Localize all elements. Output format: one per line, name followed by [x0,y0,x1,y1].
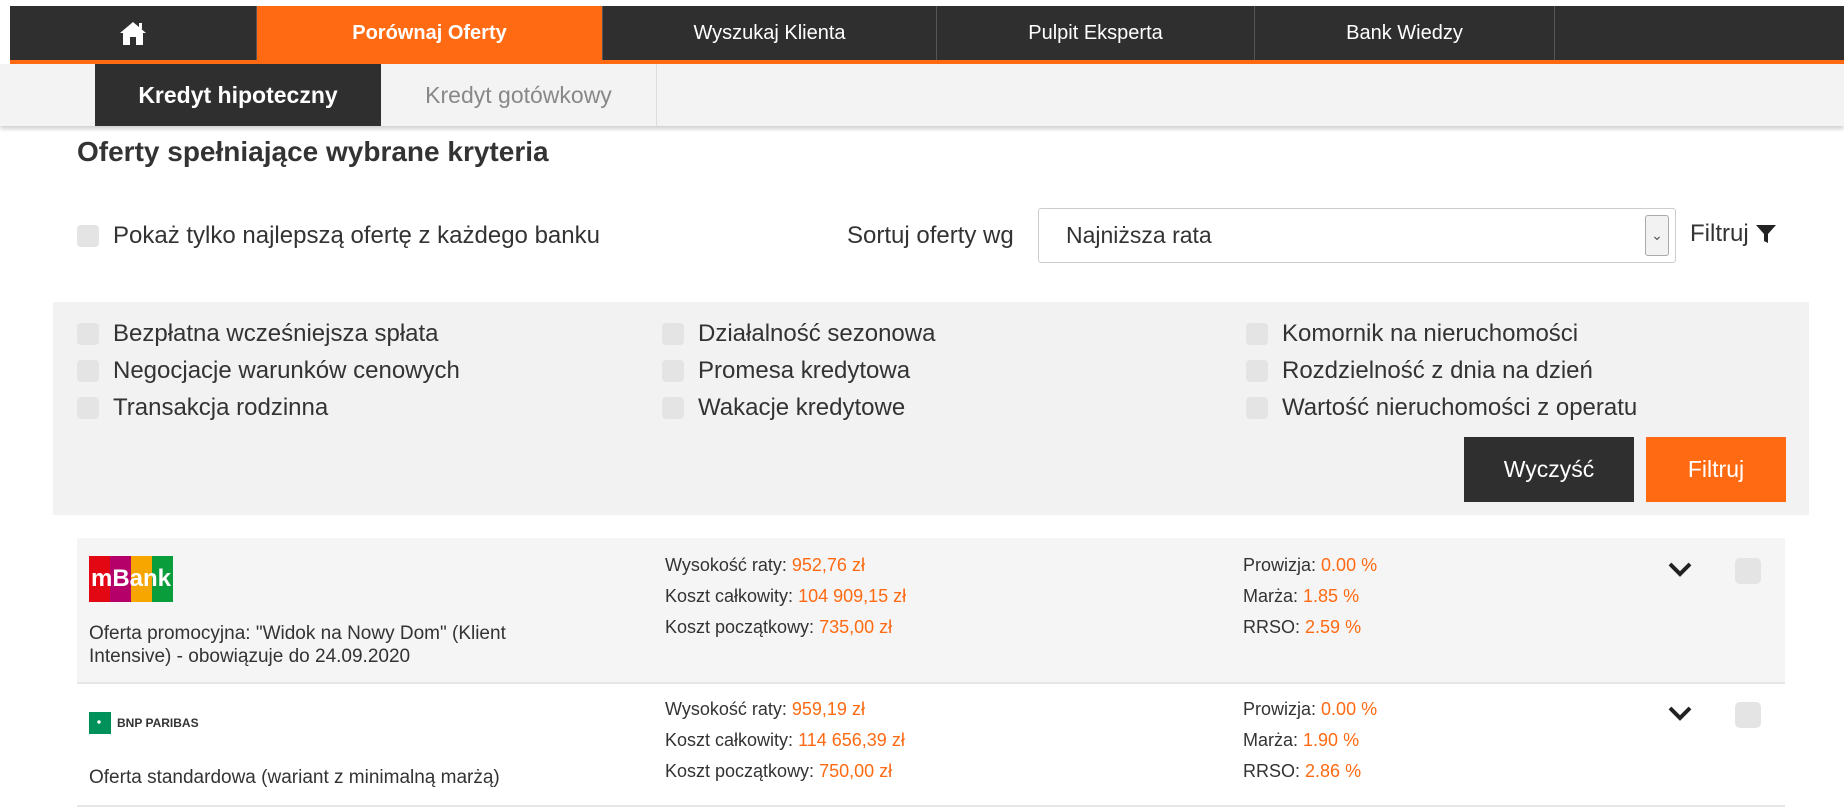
tab-cash-loan[interactable]: Kredyt gotówkowy [381,64,657,126]
initial-label: Koszt początkowy: [665,761,815,781]
filter-option-label: Promesa kredytowa [698,357,911,384]
chevron-down-icon[interactable] [1665,554,1695,584]
rrso-value: 2.59 % [1305,617,1362,637]
commission-label: Prowizja: [1243,699,1317,719]
offer-description: Oferta standardowa (wariant z minimalną … [89,767,500,788]
filter-option-label: Negocjacje warunków cenowych [113,357,460,384]
offer-row: BNP PARIBAS Oferta standardowa (wariant … [77,684,1785,807]
chevron-down-icon[interactable] [1665,698,1695,728]
nav-compare-offers[interactable]: Porównaj Oferty [257,6,603,60]
offer-rates: Prowizja: 0.00 % Marża: 1.85 % RRSO: 2.5… [1243,550,1377,643]
filter-checkbox[interactable] [77,323,99,345]
filter-option-label: Działalność sezonowa [698,320,936,347]
apply-filter-button[interactable]: Filtruj [1646,437,1786,502]
filter-option-label: Komornik na nieruchomości [1282,320,1579,347]
filter-checkbox[interactable] [662,323,684,345]
bnp-paribas-logo: BNP PARIBAS [89,712,199,734]
total-value: 104 909,15 zł [798,586,907,606]
commission-label: Prowizja: [1243,555,1317,575]
bank-name: BNP PARIBAS [117,716,199,730]
total-label: Koszt całkowity: [665,730,794,750]
tab-mortgage[interactable]: Kredyt hipoteczny [95,64,381,126]
commission-value: 0.00 % [1321,699,1378,719]
margin-value: 1.90 % [1303,730,1360,750]
filter-checkbox[interactable] [1246,360,1268,382]
filter-option[interactable]: Wartość nieruchomości z operatu [1246,394,1637,422]
sort-selected-value: Najniższa rata [1066,222,1212,248]
clear-button[interactable]: Wyczyść [1464,437,1634,502]
rate-value: 959,19 zł [791,699,865,719]
margin-label: Marża: [1243,586,1299,606]
rate-value: 952,76 zł [791,555,865,575]
filter-checkbox[interactable] [662,397,684,419]
filter-option[interactable]: Bezpłatna wcześniejsza spłata [77,320,439,348]
offer-rates: Prowizja: 0.00 % Marża: 1.90 % RRSO: 2.8… [1243,694,1377,787]
filter-option-label: Rozdzielność z dnia na dzień [1282,357,1593,384]
initial-value: 750,00 zł [819,761,893,781]
rate-label: Wysokość raty: [665,555,787,575]
nav-search-client[interactable]: Wyszukaj Klienta [603,6,937,60]
filter-checkbox[interactable] [1246,397,1268,419]
offer-row: mBank Oferta promocyjna: "Widok na Nowy … [77,538,1785,684]
filter-option[interactable]: Rozdzielność z dnia na dzień [1246,357,1593,385]
filter-checkbox[interactable] [77,360,99,382]
filter-checkbox[interactable] [1246,323,1268,345]
total-label: Koszt całkowity: [665,586,794,606]
filter-option-label: Transakcja rodzinna [113,394,329,421]
commission-value: 0.00 % [1321,555,1378,575]
initial-value: 735,00 zł [819,617,893,637]
compare-checkbox[interactable] [1735,702,1761,728]
mbank-logo: mBank [89,556,173,602]
sub-nav: Kredyt hipoteczny Kredyt gotówkowy [0,64,1844,126]
home-icon [120,22,146,45]
rrso-label: RRSO: [1243,761,1301,781]
rrso-value: 2.86 % [1305,761,1362,781]
compare-checkbox[interactable] [1735,558,1761,584]
offer-description: Oferta promocyjna: "Widok na Nowy Dom" (… [89,623,506,667]
filter-option-label: Wartość nieruchomości z operatu [1282,394,1638,421]
filter-option-label: Bezpłatna wcześniejsza spłata [113,320,439,347]
filter-option[interactable]: Komornik na nieruchomości [1246,320,1578,348]
best-offer-label: Pokaż tylko najlepszą ofertę z każdego b… [113,222,600,249]
filter-toggle[interactable]: Filtruj [1690,220,1777,248]
filter-option-label: Wakacje kredytowe [698,394,906,421]
filter-option[interactable]: Wakacje kredytowe [662,394,905,422]
sort-select[interactable]: Najniższa rata ⌄ [1038,208,1676,263]
best-offer-toggle[interactable]: Pokaż tylko najlepszą ofertę z każdego b… [77,222,600,250]
filter-toggle-label: Filtruj [1690,220,1749,247]
rrso-label: RRSO: [1243,617,1301,637]
page-title: Oferty spełniające wybrane kryteria [77,136,549,167]
home-button[interactable] [10,6,257,60]
rate-label: Wysokość raty: [665,699,787,719]
offer-costs: Wysokość raty: 959,19 zł Koszt całkowity… [665,694,905,787]
filter-option[interactable]: Promesa kredytowa [662,357,910,385]
margin-value: 1.85 % [1303,586,1360,606]
filter-checkbox[interactable] [662,360,684,382]
main-nav: Porównaj Oferty Wyszukaj Klienta Pulpit … [10,6,1844,64]
bnp-mark-icon [89,712,111,734]
filter-option[interactable]: Działalność sezonowa [662,320,935,348]
funnel-icon [1755,225,1776,243]
initial-label: Koszt początkowy: [665,617,815,637]
offer-costs: Wysokość raty: 952,76 zł Koszt całkowity… [665,550,906,643]
margin-label: Marża: [1243,730,1299,750]
filter-option[interactable]: Transakcja rodzinna [77,394,328,422]
chevron-down-icon[interactable]: ⌄ [1645,215,1669,256]
sort-label: Sortuj oferty wg [847,222,1014,249]
nav-knowledge-base[interactable]: Bank Wiedzy [1255,6,1555,60]
filter-option[interactable]: Negocjacje warunków cenowych [77,357,460,385]
best-offer-checkbox[interactable] [77,225,99,247]
filter-checkbox[interactable] [77,397,99,419]
nav-expert-dashboard[interactable]: Pulpit Eksperta [937,6,1255,60]
total-value: 114 656,39 zł [798,730,905,750]
bank-name: mBank [90,565,172,592]
